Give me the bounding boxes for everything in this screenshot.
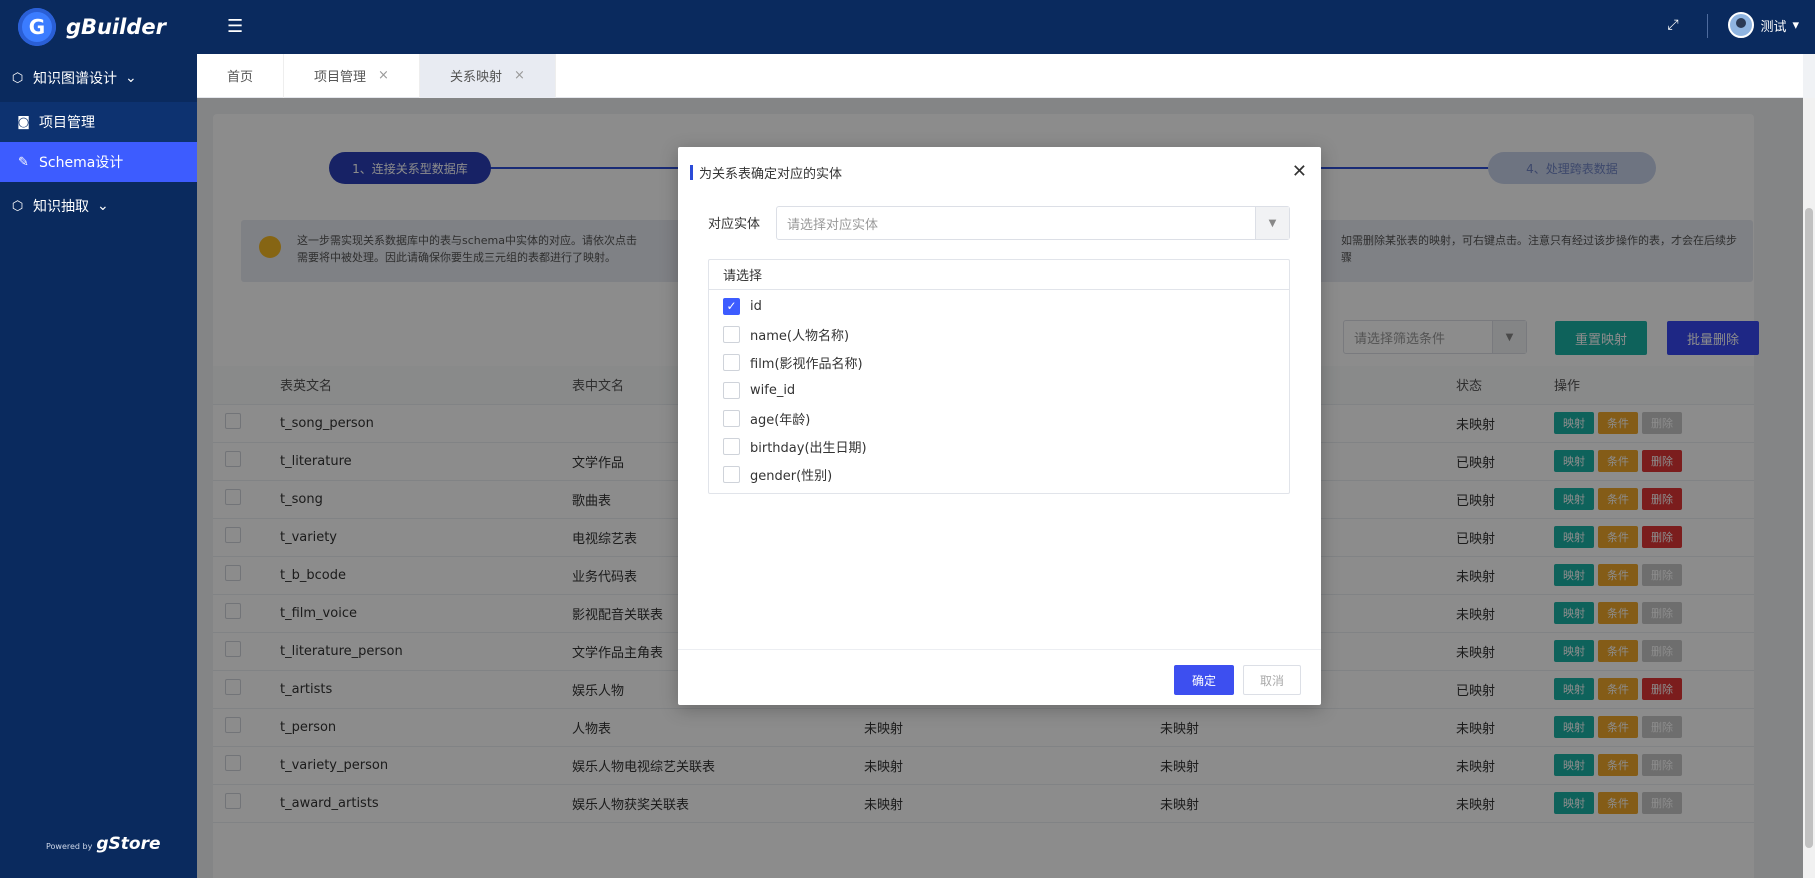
- divider: [1707, 14, 1708, 38]
- user-menu[interactable]: 测试 ▾: [1728, 12, 1799, 38]
- menu-group-label: 知识抽取: [33, 199, 89, 215]
- tab-home[interactable]: 首页: [197, 53, 285, 98]
- confirm-button[interactable]: 确定: [1174, 665, 1234, 695]
- avatar: [1728, 12, 1755, 38]
- option-label: name(人物名称): [750, 328, 850, 344]
- chevron-down-icon: ⌄: [97, 198, 109, 214]
- powered-by-name: gStore: [96, 834, 161, 854]
- powered-by-label: Powered by: [46, 842, 93, 851]
- checkbox[interactable]: [723, 325, 740, 343]
- tab-label: 首页: [227, 70, 254, 85]
- option-label: birthday(出生日期): [750, 440, 867, 456]
- tab-label: 项目管理: [314, 70, 367, 85]
- tools-icon: ✎: [18, 154, 29, 170]
- sidebar-item-project-management[interactable]: ◙ 项目管理: [0, 102, 197, 142]
- checkbox[interactable]: ✓: [723, 297, 740, 315]
- gear-logo-icon: [18, 8, 56, 46]
- scrollbar-thumb[interactable]: [1805, 208, 1813, 848]
- cancel-button[interactable]: 取消: [1243, 665, 1301, 695]
- field-option[interactable]: film(影视作品名称): [709, 348, 1289, 376]
- menu-toggle-icon[interactable]: ☰: [227, 16, 243, 37]
- checkbox[interactable]: [723, 465, 740, 483]
- option-label: age(年龄): [750, 412, 811, 428]
- entity-mapping-dialog: 为关系表确定对应的实体 ✕ 对应实体 请选择对应实体 ▼ 请选择 ✓ id name…: [678, 147, 1321, 705]
- entity-select[interactable]: 请选择对应实体 ▼: [776, 206, 1290, 240]
- fullscreen-icon[interactable]: ⤢: [1661, 13, 1685, 37]
- close-icon[interactable]: ×: [514, 68, 525, 83]
- chevron-down-icon: ▼: [1255, 207, 1289, 239]
- tab-project-management[interactable]: 项目管理 ×: [284, 53, 420, 98]
- cube-icon: ⬡: [11, 70, 24, 86]
- dialog-header: 为关系表确定对应的实体: [678, 147, 1321, 197]
- user-name: 测试: [1760, 19, 1787, 35]
- sidebar-item-label: 项目管理: [39, 115, 95, 131]
- field-choose-box: 请选择 ✓ id name(人物名称) film(影视作品名称) wife_id age(…: [708, 259, 1290, 494]
- app-title: gBuilder: [66, 15, 167, 39]
- menu-group-label: 知识图谱设计: [33, 71, 117, 87]
- close-icon[interactable]: ×: [378, 68, 389, 83]
- app-logo[interactable]: gBuilder: [0, 0, 197, 54]
- entity-placeholder: 请选择对应实体: [787, 217, 879, 233]
- choose-title: 请选择: [709, 260, 1289, 290]
- caret-down-icon: ▾: [1792, 17, 1799, 33]
- sidebar: gBuilder ⬡ 知识图谱设计 ⌄ ◙ 项目管理 ✎ Schema设计 ⬡ …: [0, 0, 197, 878]
- scrollbar[interactable]: [1803, 98, 1815, 878]
- close-icon[interactable]: ✕: [1292, 161, 1307, 182]
- checkbox[interactable]: [723, 353, 740, 371]
- field-option[interactable]: gender(性别): [709, 460, 1289, 488]
- option-label: wife_id: [750, 382, 796, 398]
- checkbox[interactable]: [723, 437, 740, 455]
- field-option[interactable]: wife_id: [709, 376, 1289, 404]
- field-option[interactable]: name(人物名称): [709, 320, 1289, 348]
- entity-label: 对应实体: [708, 217, 761, 232]
- checkbox[interactable]: [723, 381, 740, 399]
- option-label: film(影视作品名称): [750, 356, 863, 372]
- cube-icon: ⬡: [11, 198, 24, 214]
- field-option[interactable]: age(年龄): [709, 404, 1289, 432]
- sidebar-item-schema-design[interactable]: ✎ Schema设计: [0, 142, 197, 182]
- powered-by: Powered by gStore: [46, 834, 161, 854]
- topbar: ☰ ⤢ 测试 ▾: [197, 0, 1815, 54]
- menu-group-knowledge-extraction[interactable]: ⬡ 知识抽取 ⌄: [0, 182, 197, 230]
- tab-label: 关系映射: [449, 70, 502, 85]
- menu-group-kg-design[interactable]: ⬡ 知识图谱设计 ⌄: [0, 54, 197, 102]
- tab-bar: 首页 项目管理 × 关系映射 ×: [197, 53, 1803, 98]
- sidebar-item-label: Schema设计: [39, 155, 124, 171]
- checkbox[interactable]: [723, 409, 740, 427]
- tab-relation-mapping[interactable]: 关系映射 ×: [419, 53, 556, 98]
- option-label: id: [750, 298, 762, 314]
- camera-icon: ◙: [17, 114, 30, 130]
- title-accent-bar: [690, 164, 693, 180]
- chevron-down-icon: ⌄: [125, 70, 137, 86]
- option-label: gender(性别): [750, 468, 833, 484]
- field-option[interactable]: ✓ id: [709, 292, 1289, 320]
- dialog-title: 为关系表确定对应的实体: [699, 166, 843, 182]
- dialog-footer: 确定 取消: [678, 649, 1321, 705]
- field-option[interactable]: birthday(出生日期): [709, 432, 1289, 460]
